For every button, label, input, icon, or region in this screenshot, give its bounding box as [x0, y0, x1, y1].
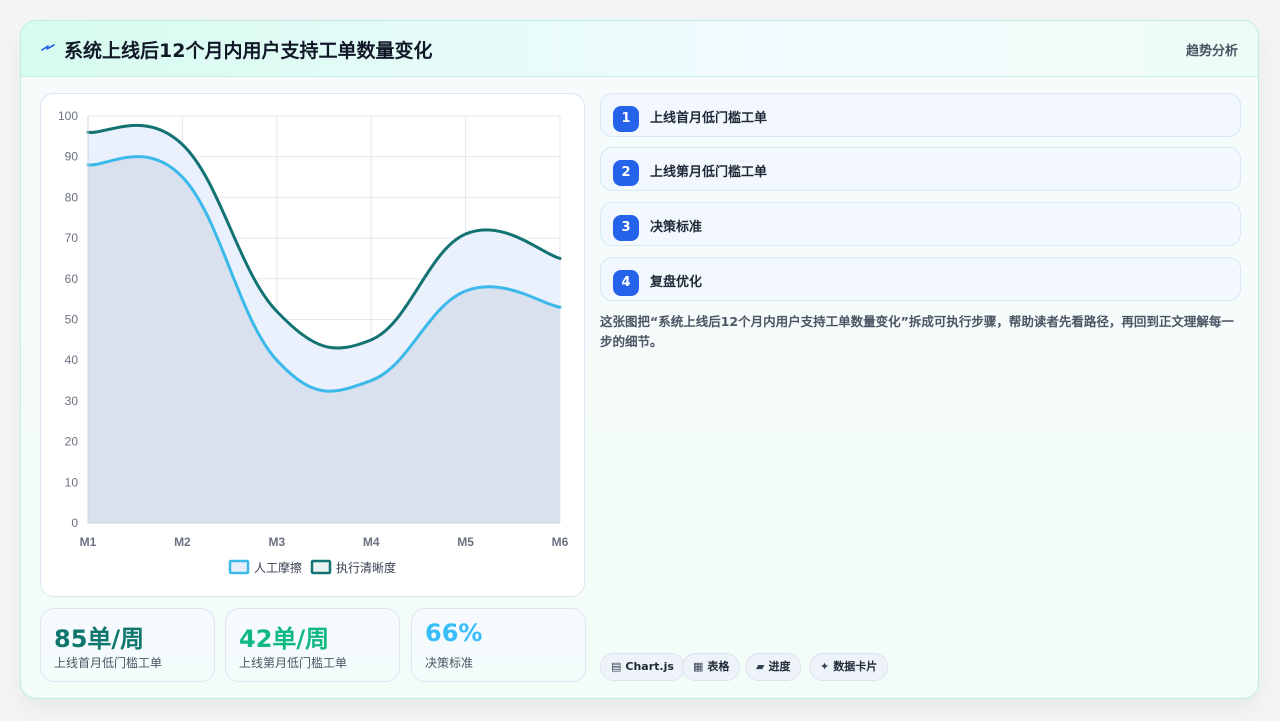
legend-swatch — [228, 559, 250, 575]
stat-label: 决策标准 — [425, 656, 474, 670]
line-chart: 0 10 20 30 40 50 60 70 80 90 100 M1 M2 M3 M4 M5 M6 人工摩擦 执行… — [58, 109, 569, 575]
step-label: 复盘优化 — [650, 275, 703, 290]
y-tick-label: 50 — [65, 313, 79, 327]
series-area — [88, 156, 560, 523]
stat-card-3: 66% 决策标准 — [411, 608, 586, 682]
step-label: 上线首月低门槛工单 — [650, 111, 768, 126]
y-tick-label: 80 — [65, 190, 79, 204]
progress-icon: ▰ — [756, 660, 765, 673]
x-tick-label: M2 — [174, 535, 191, 549]
step-item-1[interactable]: 1 上线首月低门槛工单 — [600, 93, 1241, 137]
y-tick-label: 40 — [65, 353, 79, 367]
stat-value: 42单/周 — [239, 625, 330, 653]
header: 系统上线后12个月内用户支持工单数量变化 趋势分析 — [21, 21, 1258, 77]
step-item-3[interactable]: 3 决策标准 — [600, 202, 1241, 246]
chip-label: 数据卡片 — [833, 660, 878, 673]
step-item-2[interactable]: 2 上线第月低门槛工单 — [600, 147, 1241, 191]
chart-panel: 0 10 20 30 40 50 60 70 80 90 100 M1 M2 M3 M4 M5 M6 人工摩擦 执行… — [40, 93, 585, 597]
y-tick-label: 20 — [65, 435, 79, 449]
chip-chartjs[interactable]: ▤ Chart.js — [600, 653, 685, 681]
step-number-badge: 4 — [613, 270, 639, 296]
legend-swatch — [310, 559, 332, 575]
y-tick-label: 100 — [58, 109, 78, 123]
stat-label: 上线首月低门槛工单 — [54, 656, 163, 670]
step-number-badge: 2 — [613, 160, 639, 186]
y-tick-label: 10 — [65, 475, 79, 489]
legend-label: 执行清晰度 — [336, 560, 396, 575]
chart-icon: ▤ — [611, 660, 622, 673]
lightning-icon — [41, 44, 55, 51]
step-number-badge: 1 — [613, 106, 639, 132]
y-tick-label: 90 — [65, 150, 79, 164]
chip-table[interactable]: ▦ 表格 — [682, 653, 741, 681]
y-tick-label: 70 — [65, 231, 79, 245]
page-title: 系统上线后12个月内用户支持工单数量变化 — [64, 40, 433, 62]
x-tick-label: M6 — [552, 535, 569, 549]
legend-label: 人工摩擦 — [254, 560, 302, 575]
step-number-badge: 3 — [613, 215, 639, 241]
stat-label: 上线第月低门槛工单 — [239, 656, 348, 670]
chip-label: 进度 — [768, 660, 791, 673]
x-tick-label: M5 — [457, 535, 474, 549]
x-tick-label: M4 — [363, 535, 380, 549]
x-tick-label: M1 — [80, 535, 97, 549]
header-tag: 趋势分析 — [1185, 44, 1238, 59]
y-tick-label: 30 — [65, 394, 79, 408]
main-card: 系统上线后12个月内用户支持工单数量变化 趋势分析 0 10 20 30 40 50 60 7… — [20, 20, 1259, 699]
sparkle-icon: ✦ — [820, 660, 830, 673]
chip-label: Chart.js — [625, 660, 674, 673]
y-tick-label: 0 — [71, 516, 78, 530]
y-tick-label: 60 — [65, 272, 79, 286]
stat-card-1: 85单/周 上线首月低门槛工单 — [40, 608, 215, 682]
stat-value: 85单/周 — [54, 625, 145, 653]
stat-card-2: 42单/周 上线第月低门槛工单 — [225, 608, 400, 682]
stat-value: 66% — [425, 619, 483, 647]
chip-data-card[interactable]: ✦ 数据卡片 — [809, 653, 889, 681]
step-item-4[interactable]: 4 复盘优化 — [600, 257, 1241, 301]
description-text: 这张图把“系统上线后12个月内用户支持工单数量变化”拆成可执行步骤，帮助读者先看… — [600, 314, 1234, 349]
chip-label: 表格 — [707, 660, 730, 673]
step-label: 决策标准 — [650, 220, 703, 235]
chip-progress[interactable]: ▰ 进度 — [745, 653, 802, 681]
x-tick-label: M3 — [268, 535, 285, 549]
step-label: 上线第月低门槛工单 — [650, 165, 768, 180]
table-icon: ▦ — [693, 660, 704, 673]
